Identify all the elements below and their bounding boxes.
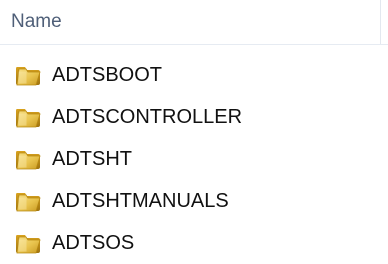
folder-list: ADTSBOOT ADTSCONTROLLER ADTSHT ADTSHTMAN… bbox=[0, 54, 388, 264]
folder-label: ADTSCONTROLLER bbox=[52, 106, 243, 128]
folder-row[interactable]: ADTSBOOT bbox=[0, 54, 388, 96]
column-header-bar: Name bbox=[0, 0, 388, 45]
column-divider[interactable] bbox=[380, 0, 381, 44]
folder-icon bbox=[16, 235, 41, 254]
folder-row[interactable]: ADTSHT bbox=[0, 138, 388, 180]
folder-icon bbox=[16, 151, 41, 170]
folder-label: ADTSBOOT bbox=[52, 64, 163, 86]
folder-label: ADTSHT bbox=[52, 148, 132, 170]
folder-label: ADTSHTMANUALS bbox=[52, 190, 229, 212]
folder-icon bbox=[16, 67, 41, 86]
folder-icon bbox=[16, 193, 41, 212]
name-column-header[interactable]: Name bbox=[11, 11, 62, 33]
folder-row[interactable]: ADTSHTMANUALS bbox=[0, 180, 388, 222]
file-explorer-view: Name ADTSBOOT ADTSCONTROLLER ADTSHT ADTS… bbox=[0, 0, 388, 264]
folder-row[interactable]: ADTSCONTROLLER bbox=[0, 96, 388, 138]
folder-icon bbox=[16, 109, 41, 128]
folder-row[interactable]: ADTSOS bbox=[0, 222, 388, 264]
folder-label: ADTSOS bbox=[52, 232, 135, 254]
